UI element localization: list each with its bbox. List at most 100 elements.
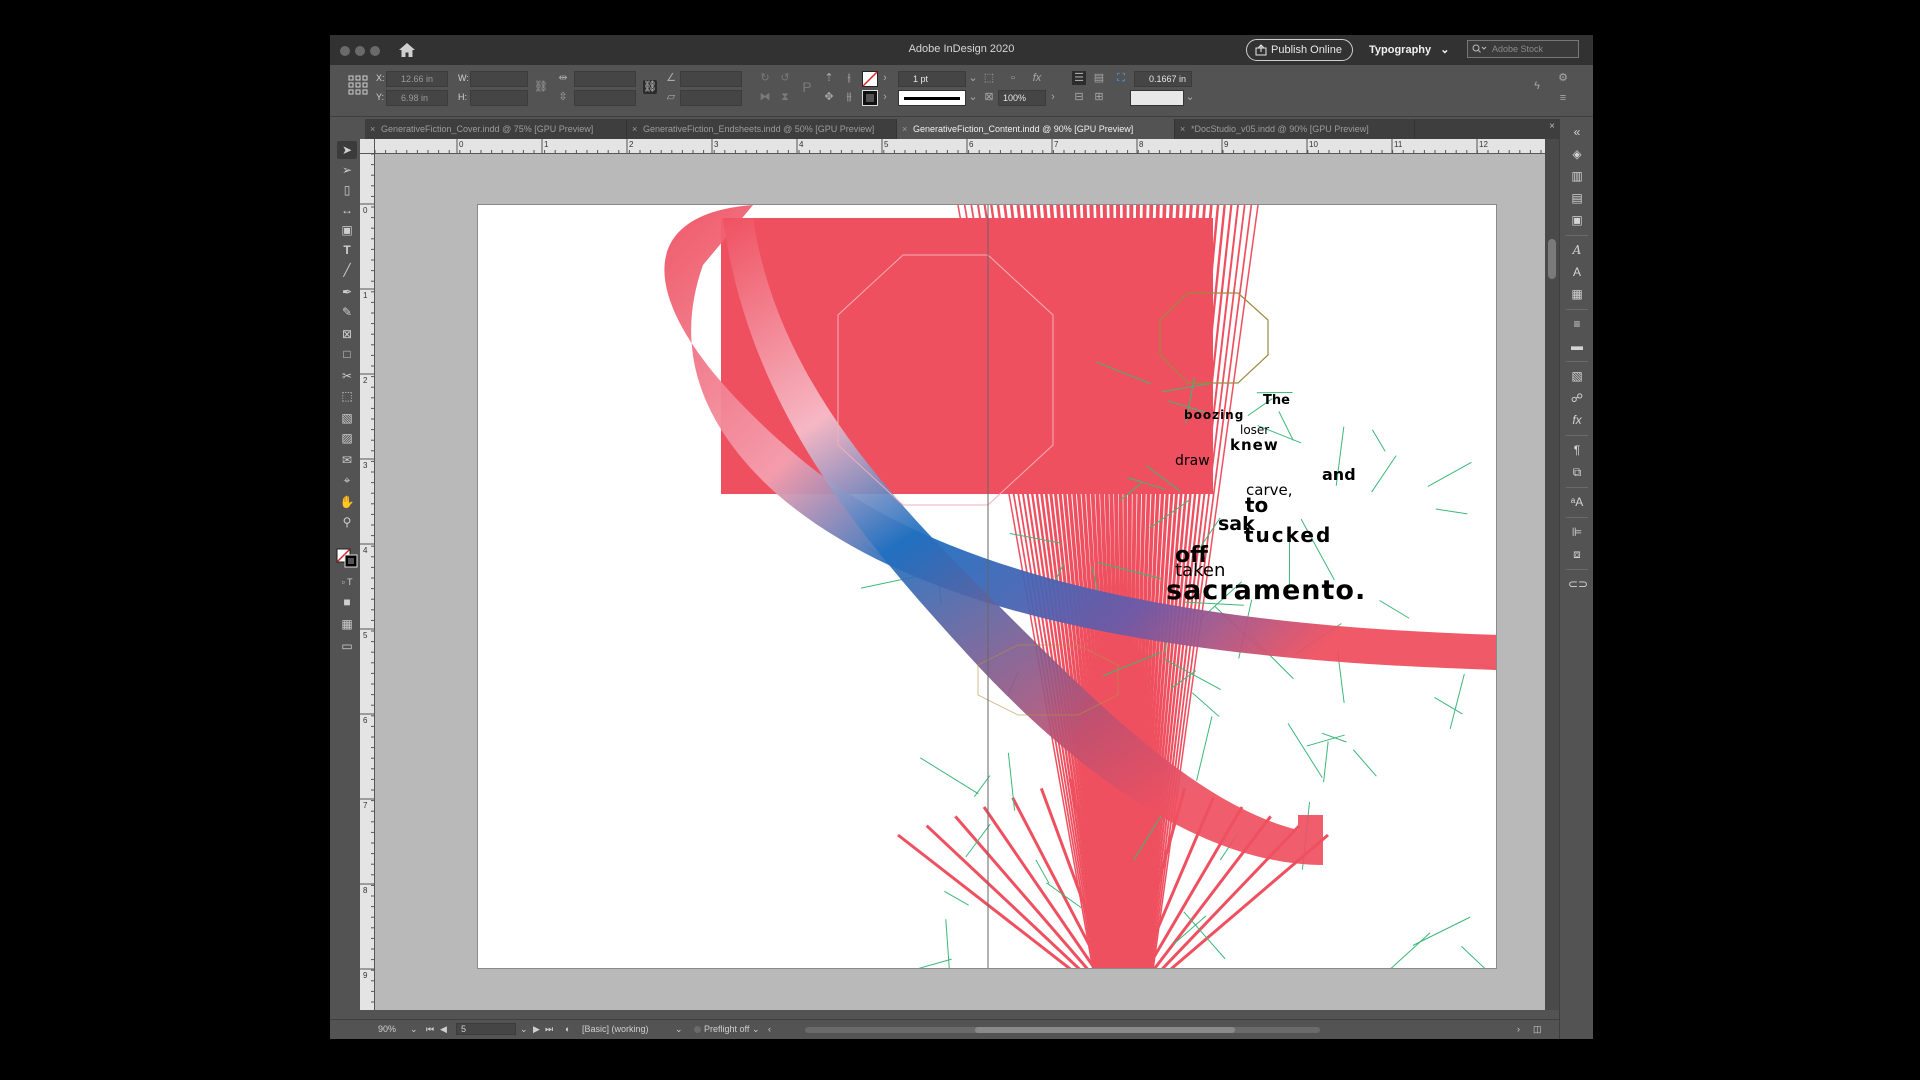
apply-color-icon[interactable]: ■: [337, 593, 357, 611]
width-field[interactable]: [470, 71, 528, 87]
eyedropper-tool-icon[interactable]: ⌖: [337, 471, 357, 489]
layers-icon[interactable]: ◈: [1568, 145, 1586, 163]
adobe-stock-search[interactable]: Adobe Stock: [1467, 40, 1579, 58]
zoom-level[interactable]: 90%: [378, 1024, 396, 1034]
y-position-field[interactable]: 6.98 in: [386, 90, 448, 106]
character-panel-icon[interactable]: A: [1568, 241, 1586, 259]
chevron-down-icon[interactable]: ⌄: [752, 1024, 760, 1035]
direct-selection-tool-icon[interactable]: ➢: [337, 161, 357, 179]
chevron-down-icon[interactable]: ⌄: [675, 1024, 683, 1035]
close-icon[interactable]: ×: [632, 119, 637, 139]
vertical-scroll-thumb[interactable]: [1548, 239, 1556, 279]
first-page-icon[interactable]: ⏮: [426, 1024, 434, 1035]
align-top-icon[interactable]: ⊟: [1072, 90, 1086, 104]
chevron-down-icon[interactable]: ⌄: [520, 1024, 528, 1035]
close-icon[interactable]: ×: [1549, 121, 1555, 132]
pencil-tool-icon[interactable]: ✎: [337, 303, 357, 321]
character-styles-icon[interactable]: ᵃA: [1568, 493, 1586, 511]
select-content-icon[interactable]: ⫲: [842, 71, 856, 85]
fill-swatch-icon[interactable]: [862, 71, 878, 87]
document-page[interactable]: The boozing loser knew draw and carve, t…: [477, 204, 1497, 969]
preflight-profile[interactable]: [Basic] (working): [582, 1024, 649, 1034]
previous-page-icon[interactable]: ◀: [440, 1024, 447, 1035]
select-previous-icon[interactable]: ✥: [822, 90, 836, 104]
align-center-icon[interactable]: ⊞: [1092, 90, 1106, 104]
inset-spacing-field[interactable]: 0.1667 in: [1134, 71, 1192, 87]
paragraph-styles-icon[interactable]: A: [1568, 263, 1586, 281]
text-wrap-bbox-icon[interactable]: ▤: [1092, 71, 1106, 85]
art-word[interactable]: tucked: [1244, 523, 1332, 547]
open-document-icon[interactable]: ◐: [565, 1024, 570, 1034]
gear-icon[interactable]: ⚙: [1556, 71, 1570, 85]
page-number-field[interactable]: 5: [456, 1023, 516, 1035]
fill-stroke-swatch-icon[interactable]: [336, 541, 360, 571]
art-word[interactable]: knew: [1230, 436, 1279, 454]
gradient-feather-tool-icon[interactable]: ▨: [337, 429, 357, 447]
hand-tool-icon[interactable]: ✋: [337, 493, 357, 511]
corner-options-icon[interactable]: ⬚: [982, 71, 996, 85]
effects-panel-icon[interactable]: fx: [1568, 411, 1586, 429]
select-container-icon[interactable]: ⇡: [822, 71, 836, 85]
formatting-affects-container-icon[interactable]: ▫ T: [337, 573, 357, 591]
art-word[interactable]: loser: [1240, 423, 1269, 437]
text-wrap-panel-icon[interactable]: ▧: [1568, 367, 1586, 385]
horizontal-scrollbar[interactable]: [805, 1027, 1320, 1033]
pathfinder-icon[interactable]: ⧈: [1568, 545, 1586, 563]
chevron-right-icon[interactable]: ›: [880, 90, 890, 104]
scale-y-field[interactable]: [574, 90, 636, 106]
tab-docstudio[interactable]: × *DocStudio_v05.indd @ 90% [GPU Preview…: [1175, 119, 1415, 139]
frame-style-swatch[interactable]: [1130, 90, 1184, 106]
link-scale-icon[interactable]: ⛓: [643, 80, 657, 94]
flip-vertical-icon[interactable]: ⧗: [778, 90, 792, 104]
paragraph-icon[interactable]: ¶: [1568, 441, 1586, 459]
art-word[interactable]: draw: [1175, 453, 1210, 469]
effects-icon[interactable]: fx: [1030, 71, 1044, 85]
scissors-tool-icon[interactable]: ✂: [337, 367, 357, 385]
rotate-ccw-icon[interactable]: ↺: [778, 71, 792, 85]
reference-point-icon[interactable]: [348, 75, 368, 95]
pen-tool-icon[interactable]: ✒: [337, 283, 357, 301]
chevron-down-icon[interactable]: ⌄: [410, 1024, 418, 1035]
swatches-panel-icon[interactable]: ☍: [1568, 389, 1586, 407]
tab-content[interactable]: × GenerativeFiction_Content.indd @ 90% […: [897, 119, 1175, 139]
art-word[interactable]: The: [1263, 393, 1290, 408]
selection-tool-icon[interactable]: ➤: [337, 141, 357, 159]
scale-x-field[interactable]: [574, 71, 636, 87]
gradient-swatch-tool-icon[interactable]: ▧: [337, 409, 357, 427]
content-collector-icon[interactable]: ▣: [337, 221, 357, 239]
rotation-angle-field[interactable]: [680, 71, 742, 87]
scroll-left-icon[interactable]: ‹: [768, 1024, 771, 1034]
view-mode-icon[interactable]: ▦: [337, 615, 357, 633]
align-panel-icon[interactable]: ⊫: [1568, 523, 1586, 541]
glyphs-panel-icon[interactable]: ▦: [1568, 285, 1586, 303]
gradient-panel-icon[interactable]: ▬: [1568, 337, 1586, 355]
horizontal-ruler[interactable]: 0 1 2 3 4 5 6 7 8 9 10 11 12: [375, 139, 1545, 154]
art-word[interactable]: boozing: [1184, 408, 1244, 422]
object-styles-icon[interactable]: ⧉: [1568, 463, 1586, 481]
x-position-field[interactable]: 12.66 in: [386, 71, 448, 87]
line-tool-icon[interactable]: ╱: [337, 261, 357, 279]
quick-apply-icon[interactable]: ϟ: [1530, 79, 1544, 93]
screen-mode-icon[interactable]: ▭: [337, 637, 357, 655]
rotate-cw-icon[interactable]: ↻: [758, 71, 772, 85]
note-tool-icon[interactable]: ✉: [337, 451, 357, 469]
pages-panel-icon[interactable]: ▣: [1568, 211, 1586, 229]
split-window-icon[interactable]: ◫: [1533, 1024, 1542, 1035]
art-word[interactable]: sacramento.: [1166, 575, 1366, 606]
panel-menu-icon[interactable]: ≡: [1556, 91, 1570, 105]
free-transform-tool-icon[interactable]: ⬚: [337, 387, 357, 405]
collapse-panels-icon[interactable]: «: [1568, 123, 1586, 141]
drop-shadow-icon[interactable]: ▫: [1006, 71, 1020, 85]
chevron-down-icon[interactable]: ⌄: [1185, 90, 1195, 104]
chevron-right-icon[interactable]: ›: [880, 71, 890, 85]
zoom-tool-icon[interactable]: ⚲: [337, 513, 357, 531]
stroke-weight-field[interactable]: 1 pt: [898, 71, 966, 87]
pasteboard[interactable]: The boozing loser knew draw and carve, t…: [375, 154, 1545, 1010]
close-icon[interactable]: ×: [1180, 119, 1185, 139]
publish-online-button[interactable]: Publish Online: [1246, 39, 1353, 61]
next-page-icon[interactable]: ▶: [533, 1024, 540, 1035]
gap-tool-icon[interactable]: ↔: [337, 201, 357, 219]
chevron-right-icon[interactable]: ›: [1048, 90, 1058, 104]
rectangle-frame-tool-icon[interactable]: ⊠: [337, 325, 357, 343]
horizontal-scroll-thumb[interactable]: [975, 1027, 1235, 1033]
